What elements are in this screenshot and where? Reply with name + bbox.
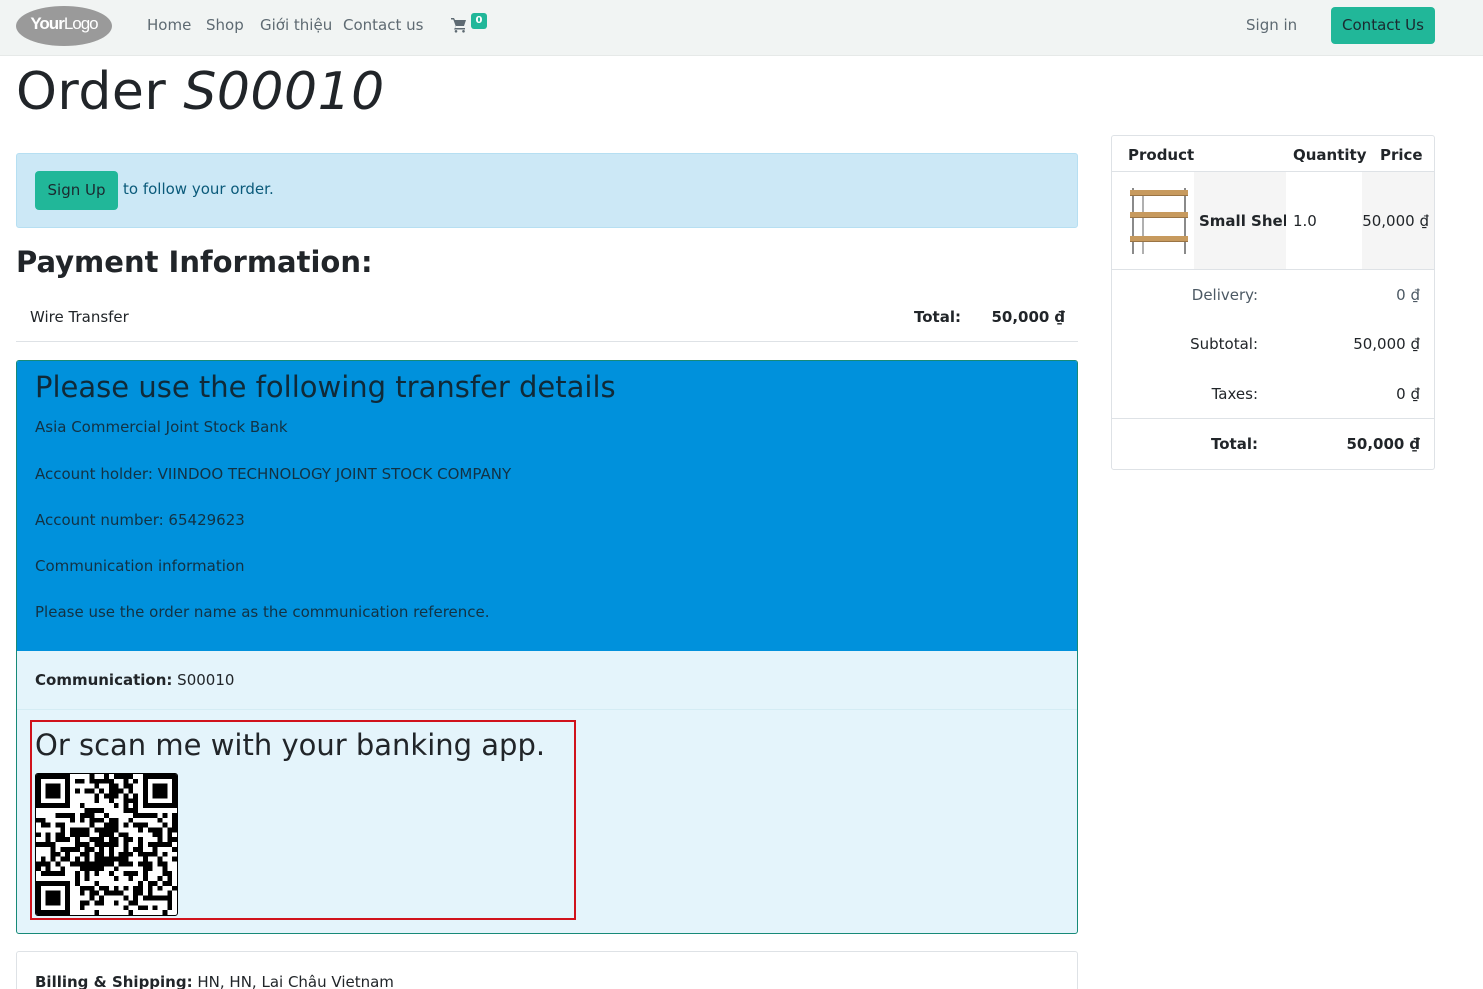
billing-address: HN, HN, Lai Châu Vietnam xyxy=(197,973,394,989)
taxes-label: Taxes: xyxy=(1211,385,1258,403)
billing-shipping-line: Billing & Shipping: HN, HN, Lai Châu Vie… xyxy=(35,973,394,989)
payment-method: Wire Transfer xyxy=(30,308,129,326)
signup-alert-text: to follow your order. xyxy=(123,180,274,198)
communication-value: S00010 xyxy=(177,671,235,689)
transfer-details-header: Please use the following transfer detail… xyxy=(17,361,1077,651)
product-price: 50,000 ₫ xyxy=(1362,212,1429,230)
divider xyxy=(17,709,1077,710)
communication-label: Communication: xyxy=(35,671,173,689)
product-quantity: 1.0 xyxy=(1293,212,1317,230)
shelf-product-image[interactable] xyxy=(1128,186,1190,256)
billing-shipping-card: Billing & Shipping: HN, HN, Lai Châu Vie… xyxy=(16,951,1078,989)
product-name[interactable]: Small Shelf xyxy=(1199,212,1294,230)
billing-label: Billing & Shipping: xyxy=(35,973,193,989)
payment-total-label: Total: xyxy=(914,308,961,326)
sign-in-link[interactable]: Sign in xyxy=(1246,16,1297,34)
summary-header-price: Price xyxy=(1380,146,1423,164)
payment-info-heading: Payment Information: xyxy=(16,245,373,279)
qr-scan-section: Or scan me with your banking app. xyxy=(30,720,576,920)
account-holder: Account holder: VIINDOO TECHNOLOGY JOINT… xyxy=(35,465,512,483)
delivery-label: Delivery: xyxy=(1191,286,1258,304)
top-navbar: YourLogo Home Shop Giới thiệu Contact us… xyxy=(0,0,1483,56)
summary-divider xyxy=(1112,418,1434,419)
nav-about-link[interactable]: Giới thiệu xyxy=(260,16,332,34)
qr-scan-title: Or scan me with your banking app. xyxy=(35,728,546,762)
nav-home-link[interactable]: Home xyxy=(147,16,191,34)
sign-up-button[interactable]: Sign Up xyxy=(35,171,118,210)
bank-name: Asia Commercial Joint Stock Bank xyxy=(35,418,288,436)
shopping-cart-icon xyxy=(451,18,466,33)
subtotal-label: Subtotal: xyxy=(1190,335,1258,353)
product-name-cell: Small Shelf xyxy=(1194,172,1294,269)
summary-header-product: Product xyxy=(1128,146,1195,164)
product-price-cell: 50,000 ₫ xyxy=(1362,172,1434,269)
cart-link[interactable]: 0 xyxy=(451,12,491,42)
signup-alert: Sign Up to follow your order. xyxy=(16,153,1078,228)
payment-row: Wire Transfer Total: 50,000 ₫ xyxy=(16,296,1078,342)
payment-total-value: 50,000 ₫ xyxy=(991,308,1065,326)
account-number: Account number: 65429623 xyxy=(35,511,245,529)
order-summary-table: Product Quantity Price Small Shelf 1.0 5… xyxy=(1111,135,1435,470)
summary-header-quantity: Quantity xyxy=(1293,146,1367,164)
title-prefix: Order xyxy=(16,62,184,122)
product-qty-cell: 1.0 xyxy=(1286,172,1362,269)
nav-shop-link[interactable]: Shop xyxy=(206,16,244,34)
taxes-value: 0 ₫ xyxy=(1396,385,1420,403)
qr-code-image xyxy=(35,773,178,916)
page-title: Order S00010 xyxy=(16,62,385,122)
order-number: S00010 xyxy=(183,62,385,122)
communication-info-label: Communication information xyxy=(35,557,245,575)
cart-count-badge: 0 xyxy=(471,13,487,29)
nav-contact-link[interactable]: Contact us xyxy=(343,16,423,34)
delivery-value: 0 ₫ xyxy=(1396,286,1420,304)
communication-note: Please use the order name as the communi… xyxy=(35,603,490,621)
summary-product-row: Small Shelf 1.0 50,000 ₫ xyxy=(1112,171,1434,270)
communication-reference: Communication: S00010 xyxy=(35,671,234,689)
transfer-details-panel: Please use the following transfer detail… xyxy=(16,360,1078,934)
transfer-details-title: Please use the following transfer detail… xyxy=(35,370,616,404)
product-image-cell xyxy=(1112,172,1194,269)
summary-total-value: 50,000 ₫ xyxy=(1346,435,1420,453)
subtotal-value: 50,000 ₫ xyxy=(1353,335,1420,353)
summary-total-label: Total: xyxy=(1211,435,1258,453)
company-logo[interactable]: YourLogo xyxy=(16,6,112,46)
contact-us-button[interactable]: Contact Us xyxy=(1331,7,1435,44)
